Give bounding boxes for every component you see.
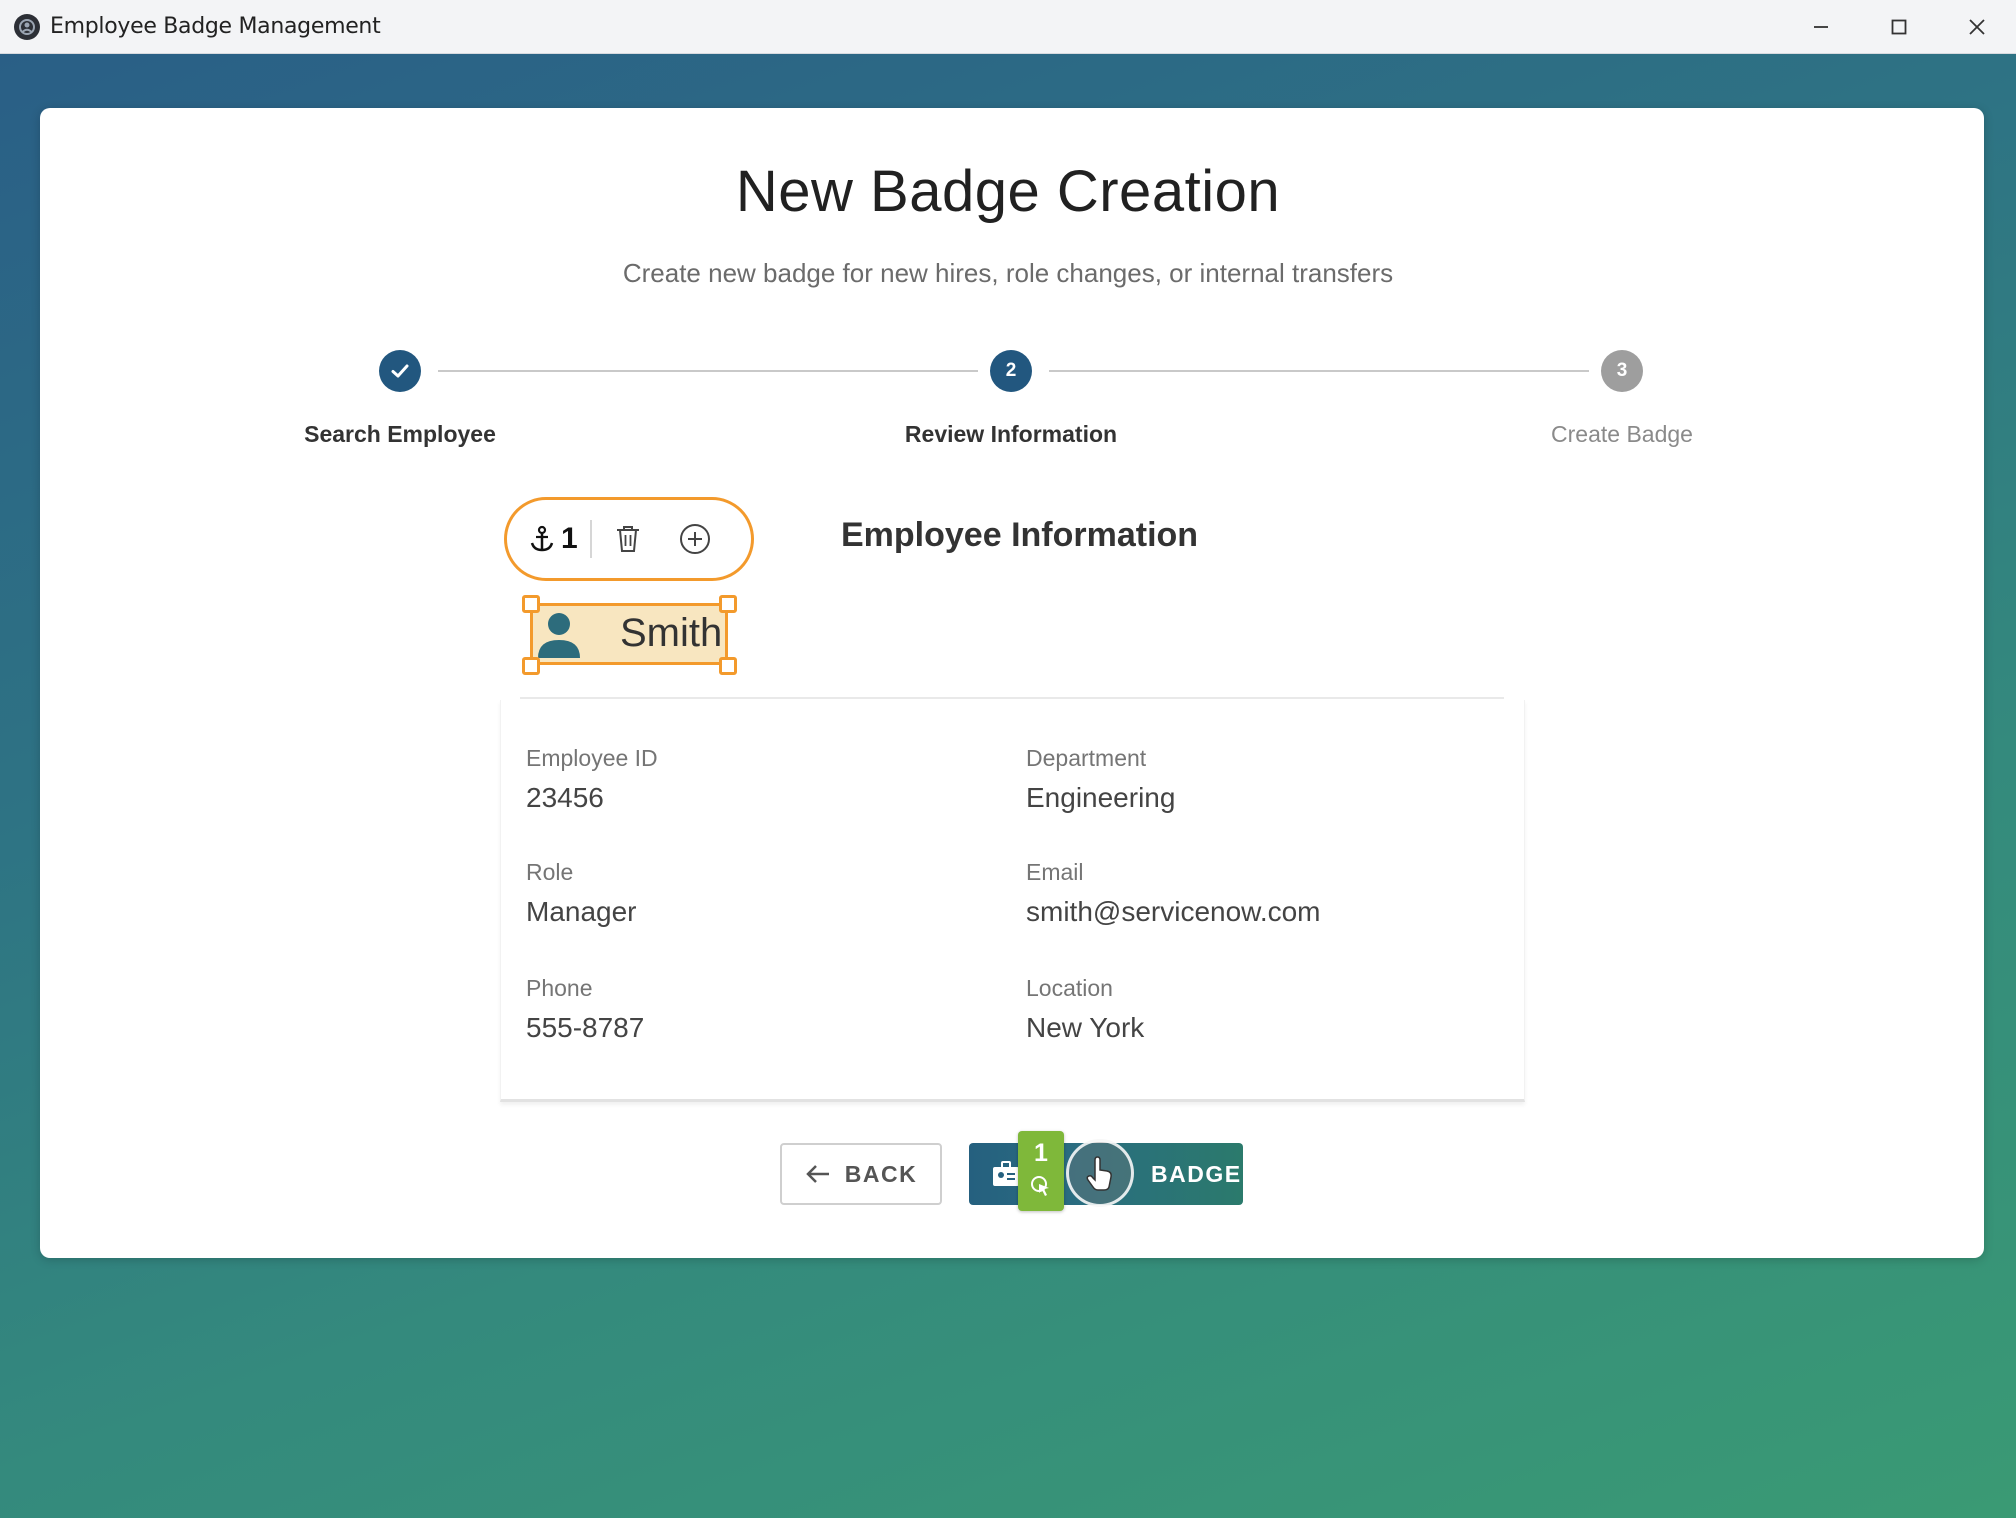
section-divider xyxy=(520,697,1504,699)
window-title: Employee Badge Management xyxy=(50,14,381,39)
page-title: New Badge Creation xyxy=(735,159,1281,224)
resize-handle-bottom-right[interactable] xyxy=(719,657,737,675)
back-button-label: BACK xyxy=(844,1160,918,1187)
back-button[interactable]: BACK xyxy=(780,1143,942,1205)
step-2-circle: 2 xyxy=(990,350,1032,392)
pointer-click-icon xyxy=(1031,1176,1049,1196)
anchor-indicator[interactable]: 1 xyxy=(529,522,578,556)
click-step-marker: 1 xyxy=(1018,1131,1064,1211)
step-3-label: Create Badge xyxy=(1551,421,1693,447)
create-badge-label: BADGE xyxy=(1151,1160,1242,1187)
add-annotation-button[interactable] xyxy=(678,522,712,556)
window-titlebar: Employee Badge Management xyxy=(0,0,2016,54)
checkmark-icon xyxy=(391,364,409,378)
plus-circle-icon xyxy=(679,524,710,554)
annotation-toolbar: 1 xyxy=(504,497,754,581)
step-2-label: Review Information xyxy=(904,421,1118,447)
page-subtitle: Create new badge for new hires, role cha… xyxy=(622,258,1394,288)
toolbar-separator xyxy=(589,520,592,558)
click-step-number: 1 xyxy=(1034,1139,1048,1167)
maximize-icon xyxy=(1891,19,1907,35)
person-icon xyxy=(538,613,580,658)
step-2-number: 2 xyxy=(1005,360,1017,381)
close-icon xyxy=(1969,19,1985,35)
email-label: Email xyxy=(1026,859,1084,885)
step-3-circle: 3 xyxy=(1601,350,1643,392)
close-button[interactable] xyxy=(1938,0,2016,54)
hand-cursor-icon xyxy=(1086,1156,1112,1191)
minimize-icon xyxy=(1814,26,1828,28)
anchor-number: 1 xyxy=(561,522,578,555)
resize-handle-top-right[interactable] xyxy=(719,595,737,613)
department-value: Engineering xyxy=(1026,782,1176,813)
minimize-button[interactable] xyxy=(1782,0,1860,54)
step-connector-2 xyxy=(1049,370,1589,372)
step-connector-1 xyxy=(438,370,978,372)
step-3-number: 3 xyxy=(1616,360,1628,381)
location-label: Location xyxy=(1026,975,1113,1001)
role-value: Manager xyxy=(526,896,637,927)
maximize-button[interactable] xyxy=(1860,0,1938,54)
step-1-label: Search Employee xyxy=(304,421,496,447)
step-1-circle xyxy=(379,350,421,392)
role-label: Role xyxy=(526,859,574,885)
department-label: Department xyxy=(1026,745,1147,771)
badge-icon xyxy=(993,1161,1019,1186)
anchor-icon xyxy=(530,525,554,552)
arrow-left-icon xyxy=(805,1165,829,1183)
trash-icon xyxy=(616,526,639,552)
app-icon xyxy=(14,13,40,40)
resize-handle-bottom-left[interactable] xyxy=(522,657,540,675)
email-value: smith@servicenow.com xyxy=(1026,896,1321,927)
employee-id-value: 23456 xyxy=(526,782,604,813)
employee-id-label: Employee ID xyxy=(526,745,658,771)
section-title: Employee Information xyxy=(841,516,1199,554)
resize-handle-top-left[interactable] xyxy=(522,595,540,613)
delete-annotation-button[interactable] xyxy=(614,524,642,554)
mouse-cursor-indicator xyxy=(1066,1139,1134,1207)
location-value: New York xyxy=(1026,1012,1145,1043)
employee-name: Smith xyxy=(620,611,723,655)
phone-value: 555-8787 xyxy=(526,1012,645,1043)
phone-label: Phone xyxy=(526,975,593,1001)
